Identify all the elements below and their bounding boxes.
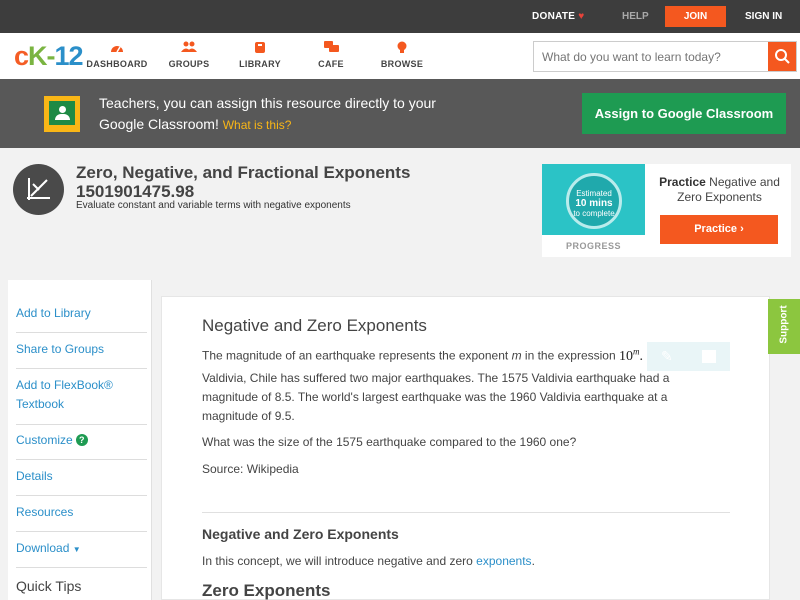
help-icon[interactable]: ? [75, 434, 88, 446]
help-link[interactable]: HELP [622, 11, 649, 22]
join-button[interactable]: JOIN [665, 6, 726, 27]
divider [202, 512, 730, 513]
to-complete-label: to complete [573, 209, 615, 218]
customize-label: Customize [16, 433, 73, 447]
concept-title-text: Zero, Negative, and Fractional Exponents [76, 163, 411, 182]
concept-id: 1501901475.98 [76, 182, 195, 201]
nav-groups-label: GROUPS [168, 59, 210, 69]
google-classroom-banner: Teachers, you can assign this resource d… [0, 79, 800, 148]
article-title: Negative and Zero Exponents [202, 316, 427, 335]
quick-tips-heading: Quick Tips [16, 578, 82, 594]
nav-browse[interactable]: BROWSE [367, 41, 437, 69]
heart-icon: ♥ [578, 11, 585, 22]
concept-subtitle: Evaluate constant and variable terms wit… [76, 200, 351, 211]
practice-thumbnail: Estimated 10 mins to complete [542, 164, 645, 235]
notes-icon[interactable] [702, 350, 716, 363]
dashboard-icon [82, 41, 152, 55]
p5-text: In this concept, we will introduce negat… [202, 554, 473, 568]
search-input[interactable] [534, 42, 770, 71]
search-button[interactable] [768, 42, 796, 71]
math-exponent: m [632, 346, 640, 356]
section-heading: Negative and Zero Exponents [202, 526, 399, 542]
sidebar-item-download[interactable]: Download ▼ [16, 539, 147, 568]
donate-link[interactable]: DONATE ♥ [532, 11, 585, 22]
estimated-mins: 10 mins [575, 198, 613, 209]
support-tab[interactable]: Support [768, 299, 800, 354]
sidebar-item-add-to-flexbook[interactable]: Add to FlexBook® Textbook [16, 376, 147, 425]
classroom-message: Teachers, you can assign this resource d… [99, 93, 459, 136]
library-icon [225, 41, 295, 55]
annotation-toolbar: ✎ [647, 342, 730, 371]
logo-k: K- [28, 41, 55, 71]
practice-card: Estimated 10 mins to complete PROGRESS P… [542, 164, 791, 257]
assign-to-classroom-button[interactable]: Assign to Google Classroom [582, 93, 786, 134]
math-base: 10 [618, 348, 633, 364]
nav-library-label: LIBRARY [239, 59, 281, 69]
article-paragraph-5: In this concept, we will introduce negat… [202, 552, 687, 571]
article-source: Source: Wikipedia [202, 462, 299, 476]
pencil-icon[interactable]: ✎ [661, 348, 673, 364]
nav-library[interactable]: LIBRARY [225, 41, 295, 69]
download-label: Download [16, 541, 70, 555]
practice-button-label: Practice [694, 223, 738, 235]
progress-label: PROGRESS [565, 241, 621, 251]
cafe-icon [296, 41, 366, 55]
math-expression: 10m. [618, 346, 643, 364]
concept-graph-icon [13, 164, 64, 215]
nav-groups[interactable]: GROUPS [154, 41, 224, 69]
top-bar: DONATE ♥ HELP JOIN SIGN IN [0, 0, 800, 33]
sign-in-link[interactable]: SIGN IN [745, 11, 782, 22]
article-paragraph-1: The magnitude of an earthquake represent… [202, 342, 687, 366]
groups-icon [154, 41, 224, 55]
browse-icon [367, 41, 437, 55]
caret-down-icon: ▼ [72, 545, 81, 554]
nav-cafe-label: CAFE [318, 59, 344, 69]
estimated-label: Estimated [576, 189, 612, 198]
practice-title: Practice Negative and Zero Exponents [652, 175, 787, 205]
practice-button[interactable]: Practice › [660, 215, 778, 244]
p1-text: The magnitude of an earthquake represent… [202, 348, 509, 363]
search-box [533, 41, 797, 72]
nav-dashboard-label: DASHBOARD [86, 59, 148, 69]
sidebar-item-customize[interactable]: Customize? [16, 431, 147, 460]
estimate-ring: Estimated 10 mins to complete [566, 173, 622, 229]
logo-c: c [14, 41, 29, 71]
article-paragraph-3: What was the size of the 1575 earthquake… [202, 435, 577, 449]
zero-exponents-heading: Zero Exponents [202, 581, 331, 600]
concept-title: Zero, Negative, and Fractional Exponents… [76, 163, 410, 201]
exponents-link[interactable]: exponents [476, 554, 531, 568]
p1-text-after: in the expression [524, 348, 616, 363]
sidebar-item-share-to-groups[interactable]: Share to Groups [16, 340, 147, 369]
ck12-logo[interactable]: cK-12 [14, 41, 84, 72]
donate-label: DONATE [532, 11, 576, 22]
sidebar-item-add-to-library[interactable]: Add to Library [16, 304, 147, 333]
article-paragraph-2: Valdivia, Chile has suffered two major e… [202, 371, 670, 423]
p1-variable: m [511, 348, 522, 363]
sidebar-item-resources[interactable]: Resources [16, 503, 147, 532]
sidebar-item-details[interactable]: Details [16, 467, 147, 496]
chevron-right-icon: › [740, 223, 744, 235]
main-nav: cK-12 DASHBOARD GROUPS LIBRARY CAFE BROW… [0, 33, 800, 79]
logo-12: 12 [54, 41, 84, 71]
p5-period: . [531, 554, 535, 568]
search-icon [775, 49, 790, 64]
practice-title-bold: Practice [659, 175, 706, 189]
support-label: Support [778, 305, 790, 344]
google-classroom-icon [44, 96, 80, 132]
nav-dashboard[interactable]: DASHBOARD [82, 41, 152, 69]
what-is-this-link[interactable]: What is this? [223, 118, 292, 132]
nav-browse-label: BROWSE [380, 59, 424, 69]
nav-cafe[interactable]: CAFE [296, 41, 366, 69]
left-sidebar: Add to Library Share to Groups Add to Fl… [8, 280, 151, 600]
